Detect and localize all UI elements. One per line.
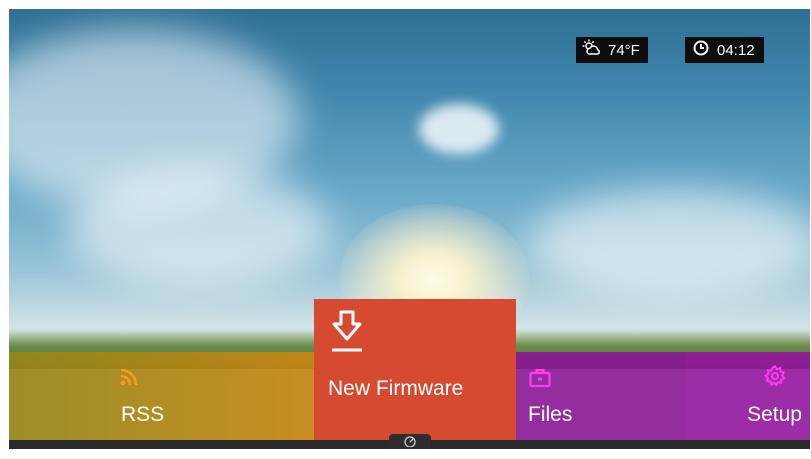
speedometer-button[interactable] — [389, 434, 431, 449]
menu-item-setup[interactable]: Setup — [686, 352, 810, 440]
time-text: 04:12 — [717, 41, 755, 59]
menu-item-label: Files — [528, 403, 573, 426]
rss-icon — [120, 368, 138, 391]
menu-item-label: RSS — [121, 403, 165, 426]
partly-cloudy-icon — [582, 39, 600, 61]
cloud — [69, 169, 329, 289]
speedometer-icon — [403, 434, 417, 449]
clock-icon — [693, 40, 709, 60]
home-screen: 74°F 04:12 RSS Files Setup New Firmware — [9, 9, 810, 449]
menu-item-files[interactable]: Files — [516, 352, 686, 440]
menu-item-label: New Firmware — [328, 377, 464, 400]
cloud — [529, 189, 810, 299]
temperature-text: 74°F — [608, 41, 640, 59]
clock-widget: 04:12 — [685, 37, 764, 63]
menu-item-label: Setup — [747, 403, 802, 426]
menu-item-rss[interactable]: RSS — [9, 352, 314, 440]
menu-item-new-firmware[interactable]: New Firmware — [314, 299, 516, 449]
cloud — [419, 104, 499, 154]
gear-icon — [763, 365, 786, 392]
briefcase-icon — [529, 368, 551, 393]
weather-widget: 74°F — [576, 37, 648, 63]
download-icon — [330, 309, 364, 360]
